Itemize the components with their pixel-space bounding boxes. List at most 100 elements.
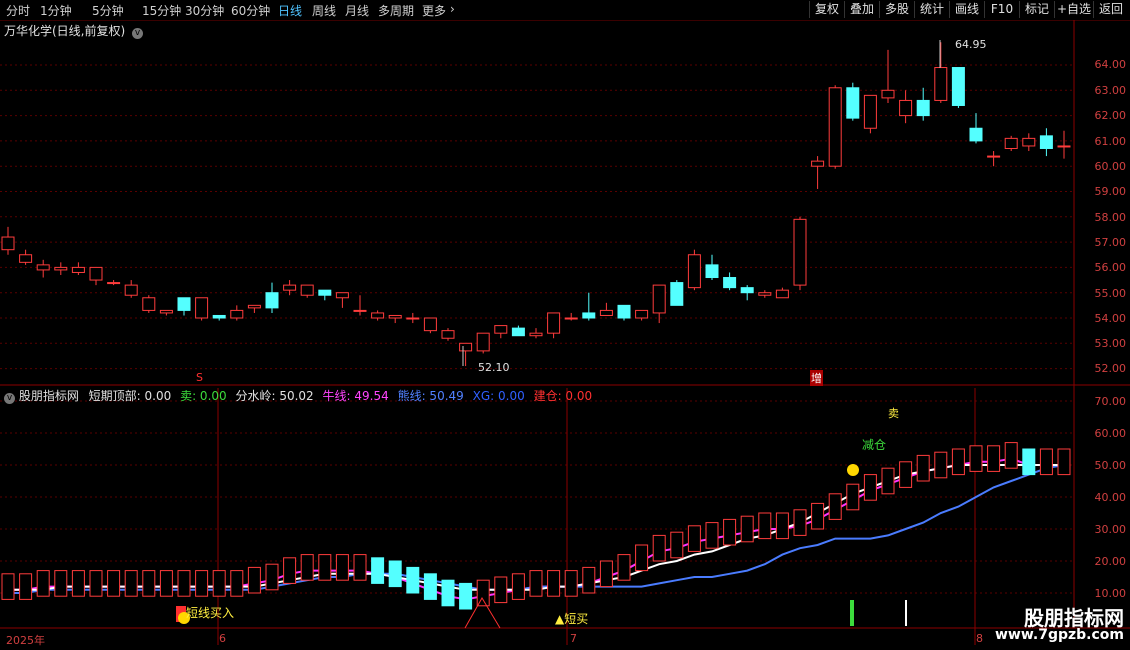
candle-body bbox=[635, 309, 649, 319]
indicator-bar bbox=[335, 554, 349, 581]
candle-body bbox=[195, 297, 209, 319]
indicator-chevron-icon[interactable]: v bbox=[4, 393, 15, 404]
indicator-bar bbox=[1004, 442, 1018, 469]
indicator-bar bbox=[283, 557, 297, 584]
candle-body bbox=[811, 160, 825, 167]
candle bbox=[705, 254, 719, 281]
candle-body bbox=[441, 330, 455, 339]
candle bbox=[811, 156, 825, 189]
candle bbox=[177, 297, 191, 316]
indicator-bar bbox=[828, 493, 842, 520]
candle bbox=[828, 85, 842, 169]
candle-body bbox=[1004, 137, 1018, 149]
candle bbox=[582, 292, 596, 321]
chevron-down-icon[interactable]: v bbox=[132, 28, 144, 39]
indicator-bar bbox=[758, 512, 772, 540]
y-tick: 54.00 bbox=[1094, 312, 1127, 325]
y-tick: 70.00 bbox=[1094, 395, 1127, 408]
indicator-bar bbox=[811, 502, 825, 530]
candle bbox=[599, 302, 613, 316]
indicator-bar bbox=[300, 554, 314, 581]
indicator-bar bbox=[54, 570, 68, 597]
indicator-bar bbox=[511, 573, 525, 600]
signal-spike bbox=[905, 600, 907, 626]
indicator-bar bbox=[247, 566, 261, 594]
candle bbox=[441, 328, 455, 341]
candle-body bbox=[177, 297, 191, 311]
y-tick: 58.00 bbox=[1094, 211, 1127, 224]
legend-build: 建仓: 0.00 bbox=[533, 389, 593, 403]
candle-body bbox=[599, 309, 613, 316]
candle-body bbox=[423, 317, 437, 332]
indicator-bar bbox=[635, 544, 649, 572]
indicator-bar bbox=[705, 522, 719, 549]
candle-body bbox=[705, 264, 719, 279]
candle bbox=[423, 317, 437, 334]
kline-chart[interactable] bbox=[0, 0, 1130, 650]
candle-body bbox=[582, 312, 596, 319]
candle bbox=[36, 259, 50, 278]
candle-body bbox=[388, 314, 402, 319]
candle-body bbox=[318, 289, 332, 296]
indicator-bar bbox=[652, 534, 666, 562]
y-tick: 52.00 bbox=[1094, 362, 1127, 375]
indicator-bar bbox=[441, 579, 455, 607]
candle-body bbox=[283, 284, 297, 291]
candle bbox=[230, 305, 244, 321]
candle-body bbox=[142, 297, 156, 311]
indicator-bar bbox=[159, 570, 173, 597]
candle bbox=[107, 280, 121, 286]
indicator-bar bbox=[899, 461, 913, 488]
indicator-bar bbox=[863, 474, 877, 501]
candle-body bbox=[265, 292, 279, 309]
candle bbox=[740, 285, 754, 301]
y-tick: 30.00 bbox=[1094, 523, 1127, 536]
indicator-bar bbox=[36, 570, 50, 597]
candle-body bbox=[247, 304, 261, 309]
signal-spike bbox=[850, 600, 854, 626]
date-label: 2025年 bbox=[6, 634, 45, 647]
candle bbox=[476, 332, 490, 354]
candle bbox=[758, 290, 772, 298]
candle bbox=[159, 309, 173, 316]
indicator-bar bbox=[793, 509, 807, 536]
candle bbox=[1057, 130, 1071, 159]
legend-sell: 卖: 0.00 bbox=[180, 389, 227, 403]
y-tick: 60.00 bbox=[1094, 427, 1127, 440]
buy-short-signal: 短线买入 bbox=[186, 606, 235, 620]
candle-body bbox=[687, 254, 701, 289]
candle bbox=[212, 314, 226, 321]
candle-body bbox=[353, 309, 367, 312]
indicator-bar bbox=[265, 563, 279, 591]
candle-body bbox=[564, 317, 578, 320]
indicator-bar bbox=[177, 570, 191, 597]
indicator-bar bbox=[916, 454, 930, 482]
candle-body bbox=[863, 94, 877, 129]
candle bbox=[1004, 135, 1018, 152]
stock-title-text: 万华化学(日线,前复权) bbox=[4, 24, 126, 38]
candle bbox=[635, 309, 649, 321]
watermark-url: www.7gpzb.com bbox=[994, 627, 1124, 643]
candle-body bbox=[511, 327, 525, 337]
candle-body bbox=[529, 332, 543, 337]
candle-body bbox=[300, 284, 314, 296]
candle-body bbox=[916, 99, 930, 117]
indicator-header: v 股朋指标网 短期顶部: 0.00 卖: 0.00 分水岭: 50.02 牛线… bbox=[4, 387, 592, 404]
date-label: 8 bbox=[976, 632, 983, 645]
candle bbox=[195, 297, 209, 321]
legend-divide: 分水岭: 50.02 bbox=[235, 389, 314, 403]
indicator-bar bbox=[951, 448, 965, 476]
indicator-bar bbox=[582, 566, 596, 594]
y-tick: 57.00 bbox=[1094, 236, 1127, 249]
candle bbox=[969, 113, 983, 144]
y-tick: 63.00 bbox=[1094, 84, 1127, 97]
indicator-bar bbox=[687, 525, 701, 552]
candle-body bbox=[335, 292, 349, 299]
candle bbox=[71, 262, 85, 275]
date-label: 6 bbox=[219, 632, 226, 645]
candle-body bbox=[758, 292, 772, 296]
indicator-bar bbox=[775, 512, 789, 540]
candle bbox=[335, 292, 349, 308]
candle-body bbox=[793, 218, 807, 286]
candle-body bbox=[617, 304, 631, 319]
